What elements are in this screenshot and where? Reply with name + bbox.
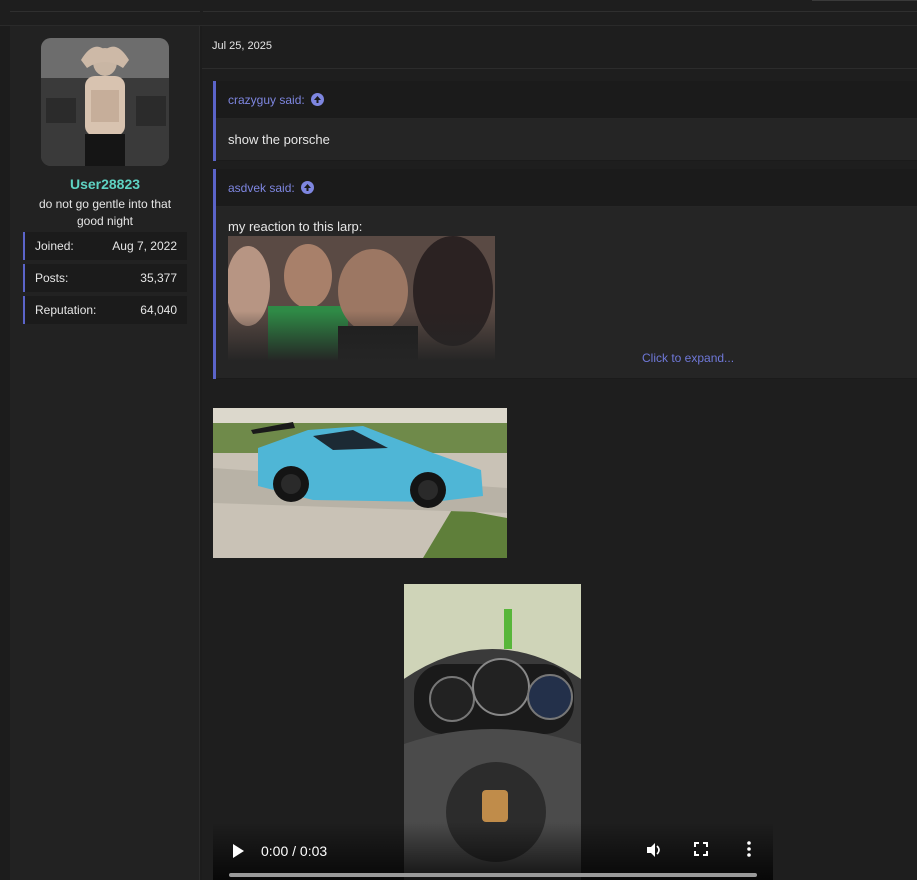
volume-icon[interactable] [645,841,663,859]
click-to-expand-link[interactable]: Click to expand... [642,351,734,365]
video-player[interactable]: 0:00 / 0:03 [213,584,773,880]
user-sidebar: User28823 do not go gentle into that goo… [10,26,200,880]
stat-reputation: Reputation: 64,040 [23,296,187,324]
user-title: do not go gentle into that good night [38,197,172,228]
top-bar-edge [812,0,917,1]
stat-label: Reputation: [35,303,97,317]
reaction-image[interactable] [228,236,495,361]
top-bar [0,0,917,26]
more-options-icon[interactable] [746,841,752,857]
quote-author[interactable]: crazyguy said: [228,93,305,107]
stat-value: 35,377 [140,271,177,285]
video-progress-bar[interactable] [229,873,757,877]
stat-label: Posts: [35,271,69,285]
top-bar-right-segment [203,0,917,12]
video-controls: 0:00 / 0:03 [213,822,773,880]
stat-posts: Posts: 35,377 [23,264,187,292]
quote-header: crazyguy said: [216,81,917,119]
quote-author[interactable]: asdvek said: [228,181,295,195]
quote-text: show the porsche [228,132,330,147]
stat-label: Joined: [35,239,74,253]
arrow-up-icon[interactable] [310,93,324,106]
quote-body: show the porsche [216,119,917,160]
post-date[interactable]: Jul 25, 2025 [212,40,272,52]
play-icon[interactable] [231,843,245,859]
divider [202,68,917,69]
video-time: 0:00 / 0:03 [261,843,328,859]
stat-joined: Joined: Aug 7, 2022 [23,232,187,260]
fullscreen-icon[interactable] [694,842,708,856]
quote-block: crazyguy said: show the porsche [213,81,917,161]
top-bar-left-segment [10,0,200,12]
arrow-up-icon[interactable] [300,181,314,194]
post-content: Jul 25, 2025 crazyguy said: show the por… [202,26,917,880]
stat-value: Aug 7, 2022 [112,239,177,253]
stat-value: 64,040 [140,303,177,317]
quote-header: asdvek said: [216,169,917,207]
username[interactable]: User28823 [10,176,200,192]
quote-block: asdvek said: my reaction to this larp: [213,169,917,379]
avatar[interactable] [41,38,169,166]
porsche-image[interactable] [213,408,507,558]
quote-text: my reaction to this larp: [228,219,363,234]
quote-body: my reaction to this larp: [216,207,917,378]
